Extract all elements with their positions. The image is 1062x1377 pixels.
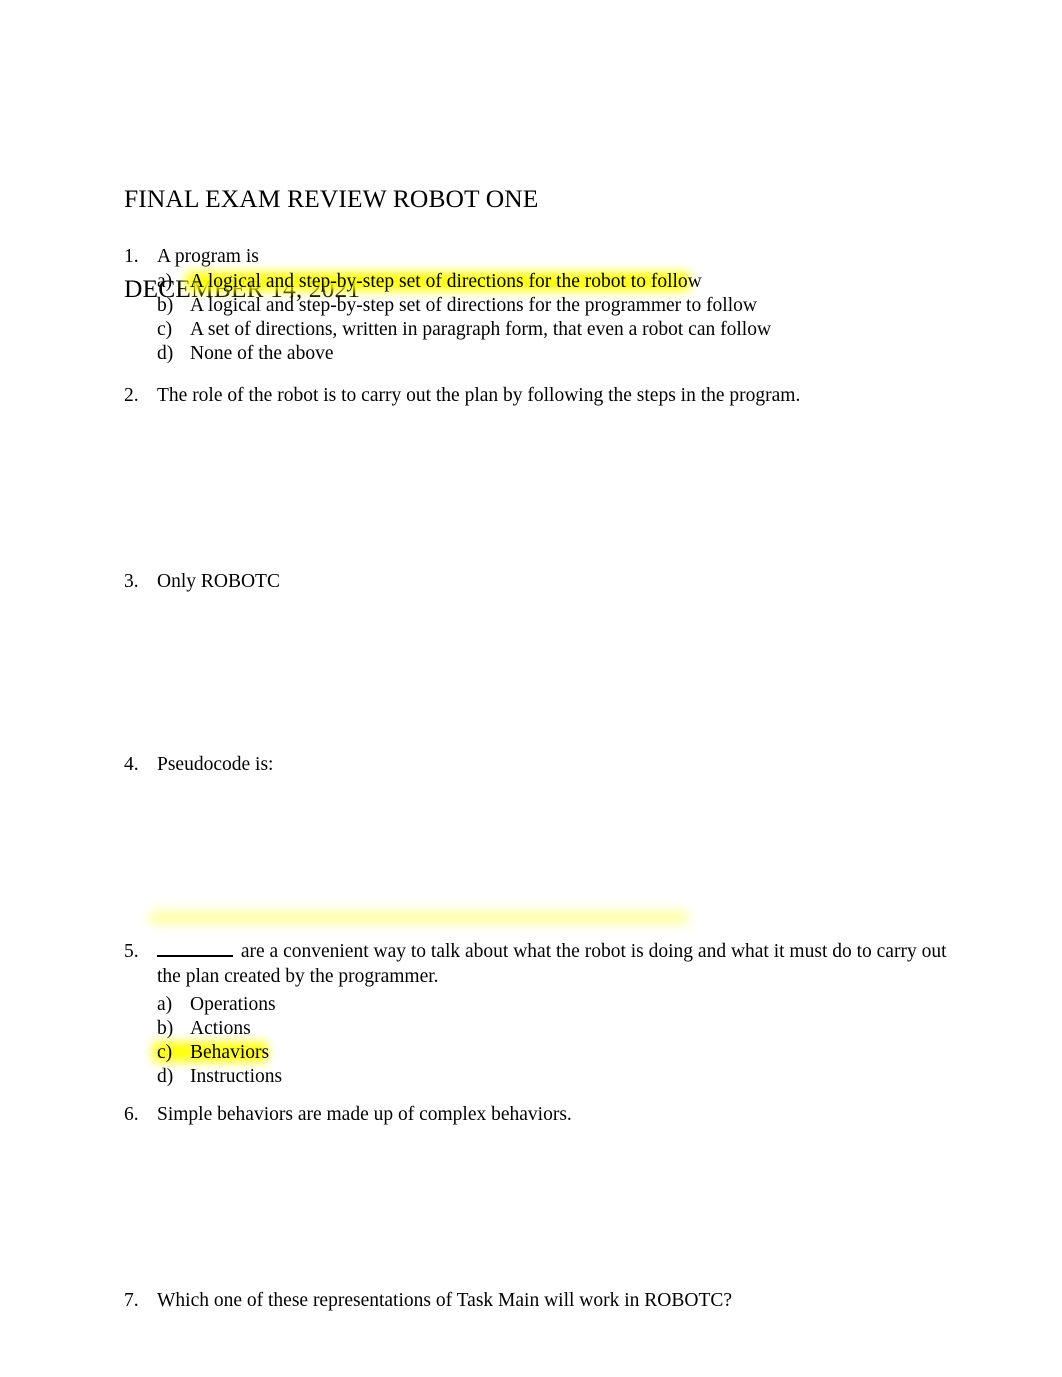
question-6-stem: 6. Simple behaviors are made up of compl… bbox=[124, 1103, 954, 1128]
question-2-text: The role of the robot is to carry out th… bbox=[157, 385, 801, 406]
question-5-option-d[interactable]: d) Instructions bbox=[157, 1065, 954, 1089]
question-5-text: are a convenient way to talk about what … bbox=[157, 940, 947, 989]
option-letter-c: c) bbox=[157, 1042, 173, 1063]
option-text-b: Actions bbox=[190, 1018, 251, 1039]
question-5: 5. are a convenient way to talk about wh… bbox=[124, 940, 954, 1089]
option-text-d: None of the above bbox=[190, 342, 334, 364]
question-6-number: 6. bbox=[124, 1104, 139, 1125]
question-3: 3. Only ROBOTC bbox=[124, 570, 954, 595]
question-4-stem: 4. Pseudocode is: bbox=[124, 753, 954, 778]
question-1-option-a[interactable]: a) A logical and step-by-step set of dire… bbox=[157, 270, 954, 294]
question-4-text: Pseudocode is: bbox=[157, 754, 274, 775]
question-7-text: Which one of these representations of Ta… bbox=[157, 1290, 733, 1311]
option-letter-d: d) bbox=[157, 1066, 174, 1087]
option-text-d: Instructions bbox=[190, 1066, 283, 1087]
question-3-number: 3. bbox=[124, 571, 139, 592]
question-2-stem: 2. The role of the robot is to carry out… bbox=[124, 384, 954, 409]
question-1-option-c[interactable]: c) A set of directions, written in paragr… bbox=[157, 318, 954, 342]
option-letter-b: b) bbox=[157, 1018, 174, 1039]
option-letter-a: a) bbox=[157, 994, 173, 1015]
question-5-number: 5. bbox=[124, 941, 139, 962]
question-3-stem: 3. Only ROBOTC bbox=[124, 570, 954, 595]
question-5-text-after-blank: are a convenient way to talk about what … bbox=[157, 941, 947, 987]
option-text-c: Behaviors bbox=[190, 1042, 270, 1063]
option-letter-c: c) bbox=[157, 318, 173, 340]
option-text-a: A logical and step-by-step set of direct… bbox=[190, 270, 702, 292]
option-text-b: A logical and step-by-step set of direct… bbox=[190, 294, 757, 316]
question-2-number: 2. bbox=[124, 385, 139, 406]
option-letter-a: a) bbox=[157, 270, 173, 292]
question-3-text: Only ROBOTC bbox=[157, 571, 280, 592]
option-letter-b: b) bbox=[157, 294, 174, 316]
title-line-1: FINAL EXAM REVIEW ROBOT ONE bbox=[124, 184, 539, 213]
document-page: FINAL EXAM REVIEW ROBOT ONE DECEMBER 14,… bbox=[0, 0, 1062, 1377]
question-1-option-b[interactable]: b) A logical and step-by-step set of dire… bbox=[157, 294, 954, 318]
question-5-option-a[interactable]: a) Operations bbox=[157, 993, 954, 1017]
question-1-options: a) A logical and step-by-step set of dire… bbox=[157, 270, 954, 366]
question-7: 7. Which one of these representations of… bbox=[124, 1289, 954, 1314]
question-5-stem: 5. are a convenient way to talk about wh… bbox=[124, 940, 954, 989]
question-1-number: 1. bbox=[124, 246, 139, 267]
option-letter-d: d) bbox=[157, 342, 174, 364]
question-1-stem: 1. A program is bbox=[124, 245, 954, 270]
question-4: 4. Pseudocode is: bbox=[124, 753, 954, 778]
question-7-stem: 7. Which one of these representations of… bbox=[124, 1289, 954, 1314]
question-1-text: A program is bbox=[157, 246, 259, 267]
question-5-option-c[interactable]: c) Behaviors bbox=[157, 1041, 954, 1065]
question-6-text: Simple behaviors are made up of complex … bbox=[157, 1104, 572, 1125]
question-4-number: 4. bbox=[124, 754, 139, 775]
question-5-option-b[interactable]: b) Actions bbox=[157, 1017, 954, 1041]
option-text-a: Operations bbox=[190, 994, 276, 1015]
question-1-option-d[interactable]: d) None of the above bbox=[157, 342, 954, 366]
question-1: 1. A program is a) A logical and step-by-… bbox=[124, 245, 954, 366]
question-7-number: 7. bbox=[124, 1290, 139, 1311]
question-2: 2. The role of the robot is to carry out… bbox=[124, 384, 954, 409]
question-6: 6. Simple behaviors are made up of compl… bbox=[124, 1103, 954, 1128]
option-text-c: A set of directions, written in paragrap… bbox=[190, 318, 772, 340]
fill-in-blank[interactable] bbox=[157, 941, 233, 957]
highlight-empty-line bbox=[150, 912, 688, 923]
question-5-options: a) Operations b) Actions c) Behaviors d) Ins… bbox=[153, 993, 954, 1089]
